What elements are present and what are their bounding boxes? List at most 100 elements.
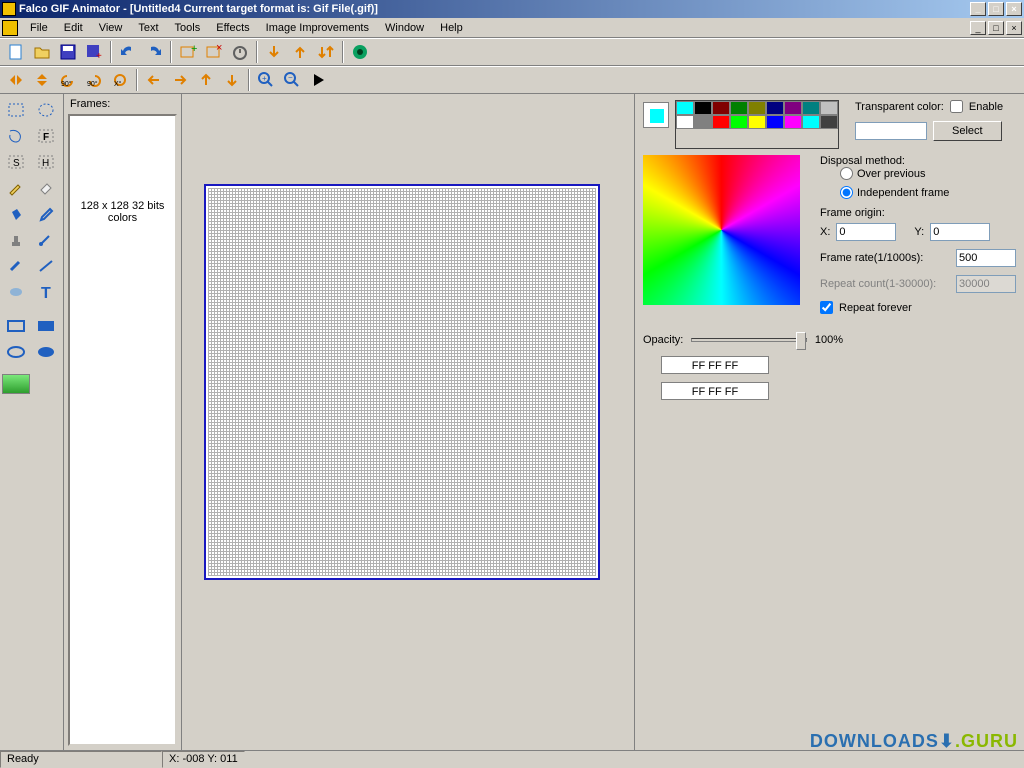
toolbar-separator <box>256 41 258 63</box>
zoom-out-button[interactable]: − <box>280 68 304 92</box>
swap-button[interactable] <box>314 40 338 64</box>
blur-tool[interactable] <box>2 280 30 304</box>
flip-v-button[interactable] <box>30 68 54 92</box>
palette-color[interactable] <box>676 101 694 115</box>
airbrush-tool[interactable] <box>2 254 30 278</box>
shift-right-button[interactable] <box>168 68 192 92</box>
disposal-independent-radio[interactable]: Independent frame <box>840 186 1016 199</box>
flip-h-button[interactable] <box>4 68 28 92</box>
rotate-90cw-button[interactable]: 90° <box>82 68 106 92</box>
opacity-thumb[interactable] <box>796 332 806 350</box>
transparent-color-swatch[interactable] <box>855 122 927 140</box>
record-button[interactable] <box>348 40 372 64</box>
menu-edit[interactable]: Edit <box>56 20 91 36</box>
fg-bg-color-swatch[interactable] <box>643 102 669 128</box>
origin-y-input[interactable] <box>930 223 990 241</box>
menu-tools[interactable]: Tools <box>167 20 209 36</box>
palette-color[interactable] <box>766 115 784 129</box>
ellipse-outline-tool[interactable] <box>2 340 30 364</box>
shift-up-button[interactable] <box>194 68 218 92</box>
svg-text:×: × <box>216 43 222 54</box>
statusbar: Ready X: -008 Y: 011 <box>0 750 1024 768</box>
rect-outline-tool[interactable] <box>2 314 30 338</box>
palette-color[interactable] <box>694 101 712 115</box>
palette-color[interactable] <box>712 101 730 115</box>
line-tool[interactable] <box>32 254 60 278</box>
new-button[interactable] <box>4 40 28 64</box>
save-button[interactable] <box>56 40 80 64</box>
select-color-button[interactable]: Select <box>933 121 1002 141</box>
canvas[interactable] <box>204 184 600 580</box>
palette-color[interactable] <box>784 101 802 115</box>
play-button[interactable] <box>306 68 330 92</box>
palette-color[interactable] <box>820 101 838 115</box>
menu-text[interactable]: Text <box>130 20 166 36</box>
stamp-tool[interactable] <box>2 228 30 252</box>
gradient-swatch[interactable] <box>2 374 30 394</box>
repeat-forever-checkbox[interactable] <box>820 301 833 314</box>
color-picker[interactable] <box>643 155 800 305</box>
redo-button[interactable] <box>142 40 166 64</box>
eyedropper-tool[interactable] <box>32 202 60 226</box>
origin-x-input[interactable] <box>836 223 896 241</box>
mdi-close-button[interactable]: × <box>1006 21 1022 35</box>
font-select-tool[interactable]: F <box>32 124 60 148</box>
rotate-90ccw-button[interactable]: 90° <box>56 68 80 92</box>
ellipse-fill-tool[interactable] <box>32 340 60 364</box>
shift-down-button[interactable] <box>220 68 244 92</box>
menu-effects[interactable]: Effects <box>208 20 257 36</box>
move-down-button[interactable] <box>262 40 286 64</box>
select-ellipse-tool[interactable] <box>32 98 60 122</box>
text-tool[interactable]: T <box>32 280 60 304</box>
lasso-tool[interactable] <box>2 124 30 148</box>
enable-transparent-checkbox[interactable] <box>950 100 963 113</box>
magic-wand-tool[interactable]: S <box>2 150 30 174</box>
menu-window[interactable]: Window <box>377 20 432 36</box>
menu-file[interactable]: File <box>22 20 56 36</box>
move-up-button[interactable] <box>288 40 312 64</box>
mdi-minimize-button[interactable]: _ <box>970 21 986 35</box>
fill-tool[interactable] <box>2 202 30 226</box>
close-button[interactable]: × <box>1006 2 1022 16</box>
palette-color[interactable] <box>712 115 730 129</box>
add-frame-button[interactable]: + <box>176 40 200 64</box>
zoom-in-button[interactable]: + <box>254 68 278 92</box>
palette-color[interactable] <box>748 101 766 115</box>
menu-view[interactable]: View <box>91 20 131 36</box>
delete-frame-button[interactable]: × <box>202 40 226 64</box>
mdi-restore-button[interactable]: □ <box>988 21 1004 35</box>
maximize-button[interactable]: □ <box>988 2 1004 16</box>
open-button[interactable] <box>30 40 54 64</box>
opacity-slider[interactable] <box>691 338 807 342</box>
rotate-free-button[interactable]: X° <box>108 68 132 92</box>
select-rect-tool[interactable] <box>2 98 30 122</box>
palette-color[interactable] <box>784 115 802 129</box>
undo-button[interactable] <box>116 40 140 64</box>
palette-color[interactable] <box>820 115 838 129</box>
menu-help[interactable]: Help <box>432 20 471 36</box>
palette-color[interactable] <box>748 115 766 129</box>
menu-image-improvements[interactable]: Image Improvements <box>258 20 377 36</box>
palette-color[interactable] <box>730 115 748 129</box>
shift-left-button[interactable] <box>142 68 166 92</box>
frames-label: Frames: <box>66 96 179 112</box>
transform-toolbar: 90° 90° X° + − <box>0 66 1024 94</box>
frames-list[interactable]: 128 x 128 32 bits colors <box>68 114 177 746</box>
palette-color[interactable] <box>676 115 694 129</box>
brush-tool[interactable] <box>32 228 60 252</box>
timer-button[interactable] <box>228 40 252 64</box>
palette-color[interactable] <box>766 101 784 115</box>
palette-color[interactable] <box>802 115 820 129</box>
palette-color[interactable] <box>802 101 820 115</box>
canvas-area <box>182 94 634 750</box>
rect-fill-tool[interactable] <box>32 314 60 338</box>
minimize-button[interactable]: _ <box>970 2 986 16</box>
palette-color[interactable] <box>730 101 748 115</box>
frame-rate-input[interactable] <box>956 249 1016 267</box>
pencil-tool[interactable] <box>2 176 30 200</box>
eraser-tool[interactable] <box>32 176 60 200</box>
crop-tool[interactable]: H <box>32 150 60 174</box>
palette-color[interactable] <box>694 115 712 129</box>
disposal-over-previous-radio[interactable]: Over previous <box>840 167 1016 180</box>
save-as-button[interactable]: + <box>82 40 106 64</box>
